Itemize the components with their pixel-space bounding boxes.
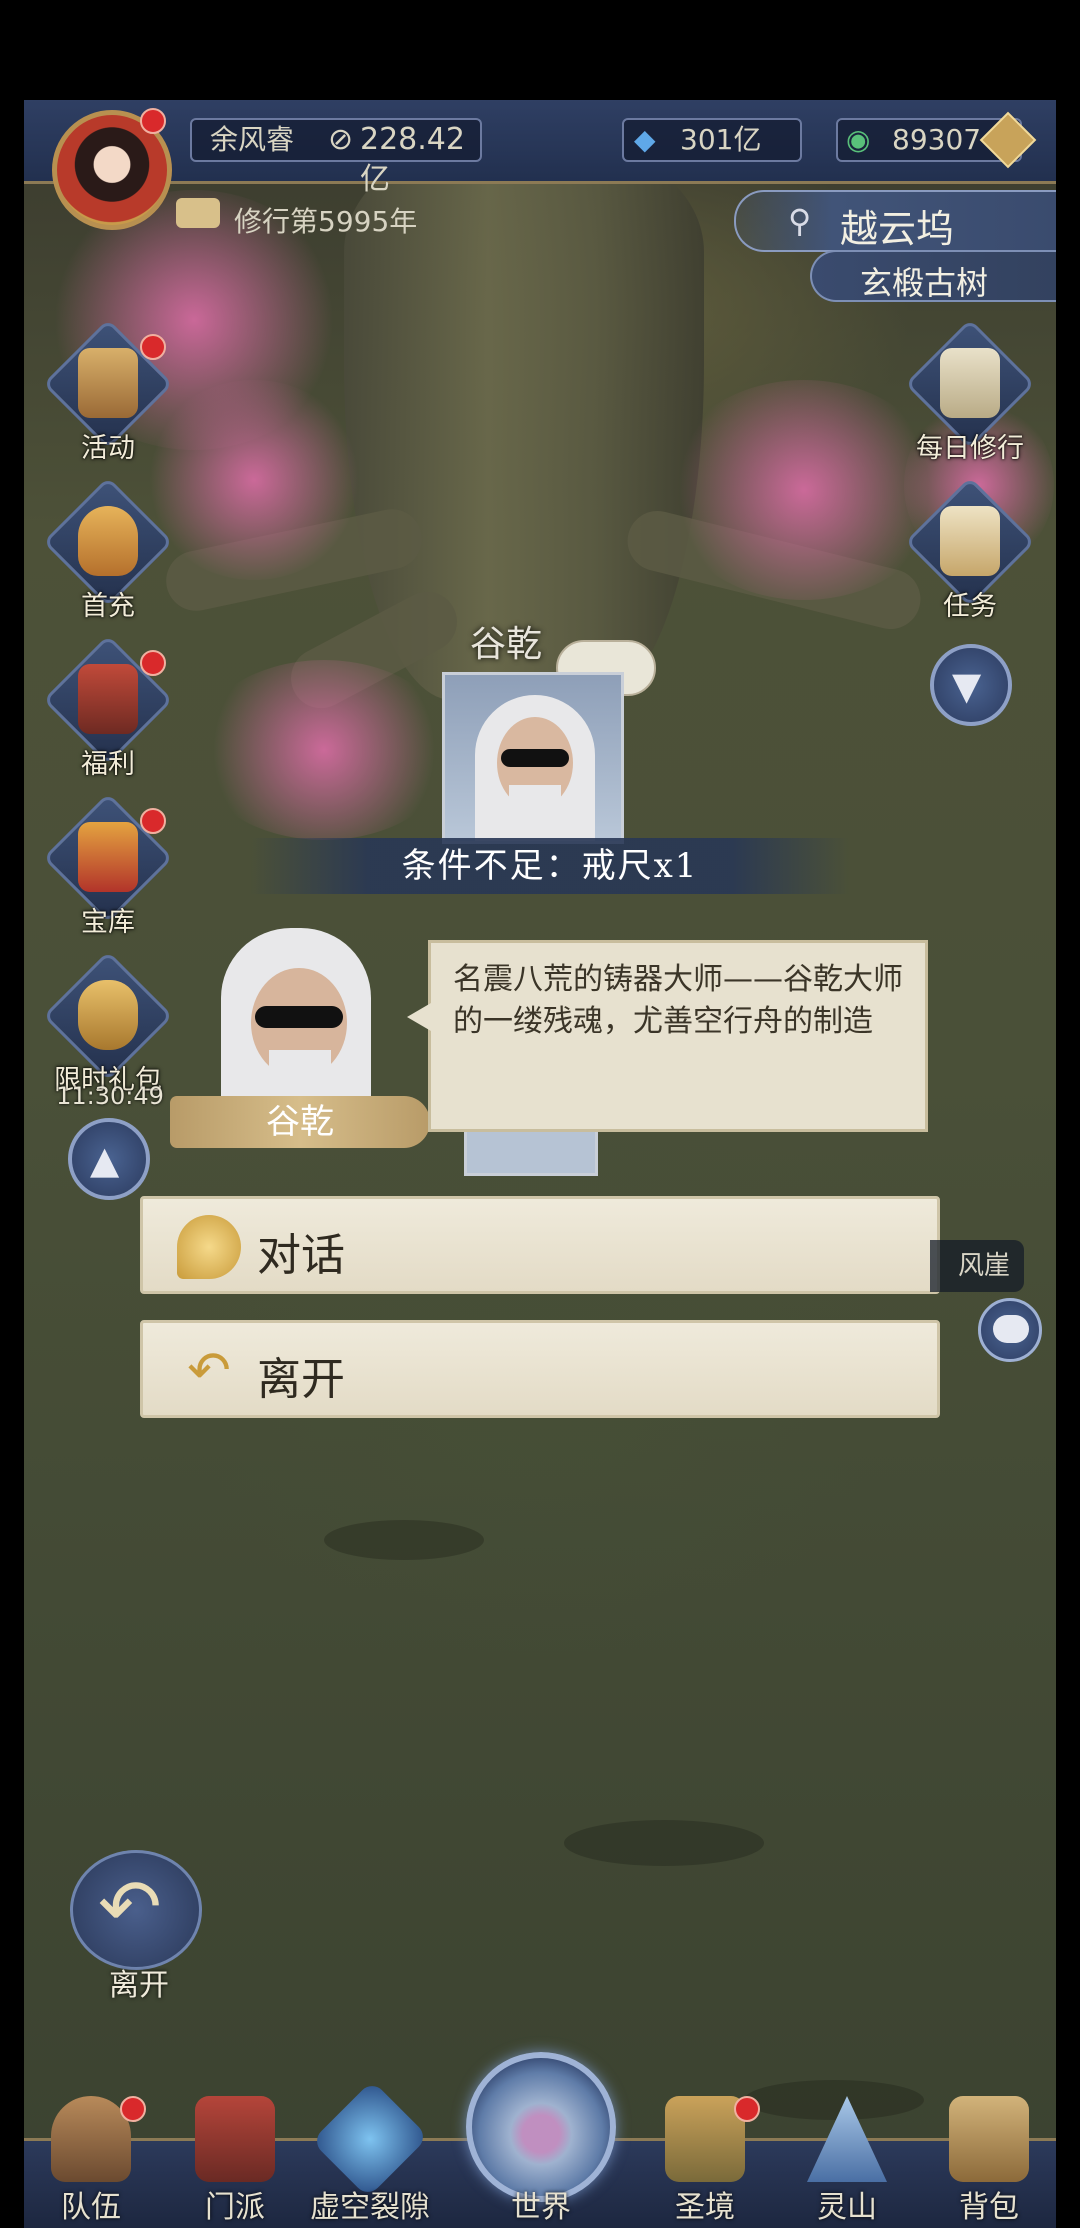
- side-button-label: 每日修行: [916, 433, 1024, 464]
- option-label: 离开: [257, 1354, 345, 1405]
- speech-bubble: 名震八荒的铸器大师——谷乾大师的一缕残魂，尤善空行舟的制造: [407, 940, 928, 1132]
- temple-icon: [195, 2096, 275, 2182]
- side-button-activity[interactable]: 活动: [42, 318, 174, 478]
- sunglasses-icon: [501, 749, 569, 767]
- gift-bag-icon: [78, 506, 138, 576]
- limited-pack-timer: 11:30:49: [56, 1082, 164, 1110]
- backpack-icon: [949, 2096, 1029, 2182]
- notification-dot: [734, 2096, 760, 2122]
- leave-option-button[interactable]: ↶ 离开: [140, 1320, 940, 1418]
- talk-icon: [177, 1215, 241, 1279]
- vortex-icon: [311, 2080, 429, 2198]
- nav-backpack[interactable]: 背包: [924, 2090, 1054, 2228]
- speaker-portrait: [185, 928, 405, 1118]
- mountain-icon: [807, 2096, 887, 2182]
- chevron-up-icon: ▲: [90, 1138, 120, 1182]
- nav-spirit-mountain[interactable]: 灵山: [782, 2090, 912, 2228]
- player-info-pill: 余风睿 ⊘ 228.42亿: [190, 118, 482, 197]
- location-pin-icon: ⚲: [788, 202, 812, 240]
- side-button-daily-cultivation[interactable]: 每日修行: [904, 318, 1036, 478]
- notification-dot: [120, 2096, 146, 2122]
- jade-coin-icon: ◉: [846, 123, 871, 156]
- chevron-down-icon: ▼: [952, 664, 982, 708]
- side-button-treasury[interactable]: 宝库: [42, 792, 174, 952]
- location-region: 越云坞: [840, 207, 955, 251]
- spirit-stone-pill[interactable]: ◆ 301亿: [622, 118, 802, 162]
- requirement-banner: 条件不足：戒尺x1: [250, 838, 850, 894]
- map-location-label[interactable]: 风崖: [930, 1240, 1024, 1292]
- side-button-label: 福利: [81, 749, 135, 780]
- blossom-cluster: [664, 380, 944, 600]
- notification-dot: [140, 334, 166, 360]
- return-arrow-icon: ↶: [187, 1341, 231, 1401]
- location-spot: 玄椴古树: [860, 264, 989, 302]
- side-button-label: 活动: [81, 433, 135, 464]
- nav-void-rift[interactable]: 虚空裂隙: [305, 2080, 435, 2228]
- speaker-name: 谷乾: [170, 1096, 430, 1148]
- option-label: 对话: [257, 1230, 345, 1281]
- location-region-banner[interactable]: ⚲ 越云坞: [734, 190, 1056, 252]
- side-button-label: 宝库: [81, 907, 135, 938]
- money-bag-icon: [78, 980, 138, 1050]
- collapse-left-menu-button[interactable]: ▲: [68, 1118, 150, 1200]
- power-icon: ⊘: [328, 122, 354, 157]
- scroll-book-icon: [940, 348, 1000, 418]
- scroll-icon[interactable]: [176, 198, 220, 228]
- blossom-cluster: [194, 660, 454, 840]
- location-spot-banner: 玄椴古树: [810, 250, 1056, 302]
- spirit-stone-count: 301亿: [680, 123, 762, 156]
- leave-map-button[interactable]: ↶ 离开: [64, 1850, 214, 2003]
- pavilion-icon: [78, 664, 138, 734]
- treasure-chest-icon: [78, 822, 138, 892]
- ground-patch: [324, 1520, 484, 1560]
- side-button-first-recharge[interactable]: 首充: [42, 476, 174, 636]
- player-power: 228.42亿: [360, 122, 465, 197]
- npc-portrait[interactable]: [442, 672, 624, 844]
- side-button-label: 任务: [943, 591, 997, 622]
- quest-scroll-icon: [940, 506, 1000, 576]
- lantern-icon: [78, 348, 138, 418]
- chat-bubble-icon: [993, 1315, 1029, 1343]
- cultivation-year: 修行第5995年: [234, 205, 418, 238]
- side-button-quest[interactable]: 任务: [904, 476, 1036, 636]
- side-button-label: 首充: [81, 591, 135, 622]
- chat-button[interactable]: [978, 1298, 1042, 1362]
- return-arrow-icon: ↶: [98, 1862, 162, 1951]
- sunglasses-icon: [255, 1006, 343, 1028]
- team-hat-icon: [51, 2096, 131, 2182]
- side-button-welfare[interactable]: 福利: [42, 634, 174, 794]
- player-name: 余风睿: [210, 123, 295, 156]
- notification-dot: [140, 650, 166, 676]
- jade-count: 89307: [892, 123, 982, 156]
- pagoda-icon: [665, 2096, 745, 2182]
- avatar-notification-dot: [140, 108, 166, 134]
- npc-name-label: 谷乾: [470, 624, 543, 665]
- nav-team[interactable]: 队伍: [26, 2090, 156, 2228]
- leave-label: 离开: [109, 1968, 169, 2003]
- nav-sect[interactable]: 门派: [170, 2090, 300, 2228]
- blossom-cluster: [144, 380, 364, 580]
- talk-option-button[interactable]: 对话: [140, 1196, 940, 1294]
- spirit-crystal-icon: ◆: [634, 123, 656, 156]
- nav-holy-realm[interactable]: 圣境: [640, 2090, 770, 2228]
- ground-patch: [564, 1820, 764, 1866]
- dialog-text: 名震八荒的铸器大师——谷乾大师的一缕残魂，尤善空行舟的制造: [453, 962, 903, 1039]
- nav-world[interactable]: 世界: [476, 2090, 606, 2228]
- collapse-right-menu-button[interactable]: ▼: [930, 644, 1012, 726]
- game-screen: 余风睿 ⊘ 228.42亿 ◆ 301亿 ◉ 89307 修行第5995年 ⚲ …: [0, 0, 1080, 2228]
- notification-dot: [140, 808, 166, 834]
